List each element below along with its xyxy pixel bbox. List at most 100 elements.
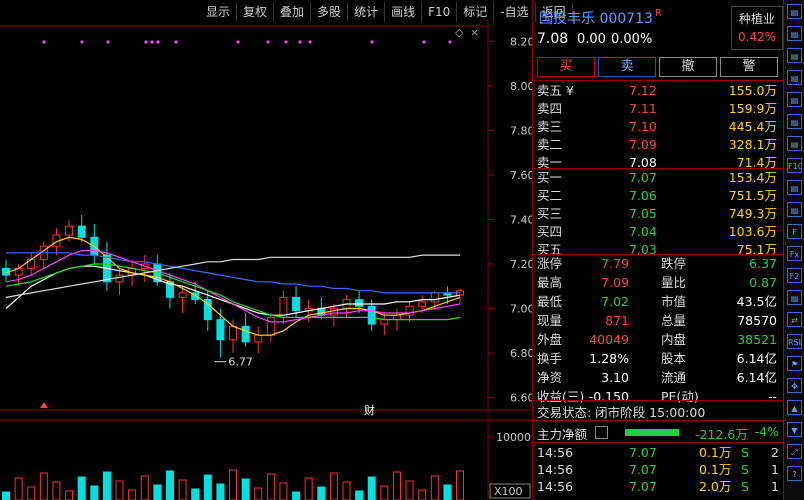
volume-bar [380,485,389,500]
swap-icon[interactable]: ⇄ [787,312,802,327]
moving-average-line [5,250,461,323]
event-dot [370,40,374,44]
f10-icon[interactable]: F10 [787,158,802,173]
toolbar-button-6[interactable]: F10 [422,2,458,22]
move-icon[interactable]: ✥ [787,378,802,393]
ask-level-price: 7.09 [629,137,657,152]
event-dot [42,40,46,44]
stat-value: 7.02 [601,294,629,309]
stat-label: 内盘 [661,332,687,347]
bar-icon[interactable]: ▤ [787,92,802,107]
stat-label: 总量 [661,313,687,328]
volume-bar [329,472,338,500]
volume-bar [355,490,364,500]
sector-box[interactable]: 种植业 0.42% [731,6,783,50]
tick-row[interactable]: 14:56 7.07 0.1万 S 1 [533,461,783,478]
event-dot [422,40,426,44]
stock-title[interactable]: 国投丰乐 000713 R [539,8,662,28]
volume-bar [229,469,237,500]
bid-level-label: 买一 [537,170,563,185]
buy-button[interactable]: 买 [537,57,595,77]
toolbar-button-7[interactable]: 标记 [457,2,495,22]
tick-count: 1 [771,462,779,477]
tick-list[interactable]: 14:56 7.07 0.1万 S 2 14:56 7.07 0.1万 S 1 14:56 7.07 2… [533,444,783,495]
volume-bar [203,474,212,500]
divider [533,80,783,81]
tick-count: 2 [771,445,779,460]
ask-level-row[interactable]: 卖二 7.09 328.1万 [533,136,783,154]
y-tick-label: 7.00 [510,303,532,316]
fx-icon[interactable]: Fx [787,246,802,261]
toolbar-button-8[interactable]: -自选 [494,2,536,22]
right-toolbar: ▤ ▤ ▤ ▤ ▤ ▤ ▤ F10 ▤ ▤ F Fx F2 ▤ ⇄ RSI ⚑ ✥ ▲ ▼ ⤢? [783,0,804,500]
bid-level-price: 7.05 [629,206,657,221]
bid-level-row[interactable]: 买三 7.05 749.3万 [533,205,783,223]
bid-level-qty: 749.3万 [728,206,777,221]
toolbar-button-3[interactable]: 多股 [311,2,349,22]
ask-level-price: 7.11 [629,101,657,116]
list-icon[interactable]: ▤ [787,114,802,129]
stat-value: 6.14亿 [736,351,777,366]
toolbar-button-1[interactable]: 复权 [237,2,275,22]
bid-level-row[interactable]: 买四 7.04 103.6万 [533,223,783,241]
flag-icon[interactable]: ⚑ [787,356,802,371]
sell-button[interactable]: 卖 [598,57,656,77]
ask-level-row[interactable]: 卖五 ¥ 7.12 155.0万 [533,82,783,100]
moving-average-line [6,252,460,294]
collapse-diamond-icon[interactable]: ◇ [455,26,464,39]
candle-body [355,299,364,307]
volume-bar [102,471,111,500]
volume-bar [241,478,250,500]
toolbar-button-0[interactable]: 显示 [200,2,238,22]
stat-value: 7.79 [601,256,629,271]
stock-name: 国投丰乐 [539,11,595,27]
fullscreen-icon[interactable]: ⤢ [787,444,802,459]
bid-level-row[interactable]: 买一 7.07 153.4万 [533,169,783,187]
event-dot [174,40,178,44]
moving-average-line [5,265,461,316]
ask-level-row[interactable]: 卖三 7.10 445.4万 [533,118,783,136]
tick-row[interactable]: 14:56 7.07 2.0万 S 1 [533,478,783,495]
window-icon[interactable]: ▤ [787,4,802,19]
arrow-down-icon[interactable]: ▼ [787,422,802,437]
toolbar-button-2[interactable]: 叠加 [274,2,312,22]
volume-bar [367,476,376,500]
y-tick-label: 7.40 [510,213,532,226]
table-icon[interactable]: ▤ [787,26,802,41]
candle-body [216,319,225,341]
candle-body [178,292,187,298]
chart-icon[interactable]: ▤ [787,70,802,85]
f2-icon[interactable]: F2 [787,268,802,283]
bid-level-row[interactable]: 买二 7.06 751.5万 [533,187,783,205]
alert-button[interactable]: 警 [720,57,778,77]
volume-bar [115,480,124,500]
money-flow-icon[interactable] [595,426,608,439]
event-dot [448,40,452,44]
toolbar-button-5[interactable]: 画线 [385,2,423,22]
ask-level-label: 卖五 ¥ [537,83,574,98]
ask-level-row[interactable]: 卖四 7.11 159.9万 [533,100,783,118]
main-money-flow[interactable]: 主力净额 -212.6万 -4% [537,424,781,442]
trade-status: 交易状态: 闭市阶段 15:00:00 [537,405,706,420]
quote-panel: 国投丰乐 000713 R 7.08 0.00 0.00% 种植业 0.42% 买… [532,0,783,500]
event-dot [266,40,270,44]
close-icon[interactable]: × [470,26,479,39]
cancel-order-button[interactable]: 撤 [659,57,717,77]
rsi-icon[interactable]: RSI [787,334,802,349]
toolbar-button-4[interactable]: 统计 [348,2,386,22]
y-tick-label: 8.20 [510,35,532,48]
bar2-icon[interactable]: ▤ [787,290,802,305]
window2-icon[interactable]: ▤ [787,180,802,195]
grid-icon[interactable]: ▤ [787,48,802,63]
help-icon[interactable]: ? [787,466,802,481]
doc2-icon[interactable]: ▤ [787,202,802,217]
f-icon[interactable]: F [787,224,802,239]
kline-chart[interactable]: 8.20 8.00 7.80 7.60 7.40 7.20 7.00 6.80 6.60 ◇ × 6.… [0,22,532,500]
tick-row[interactable]: 14:56 7.07 0.1万 S 2 [533,444,783,461]
arrow-up-icon[interactable]: ▲ [787,400,802,415]
event-marker[interactable]: 财 [364,403,375,417]
doc-icon[interactable]: ▤ [787,136,802,151]
low-annotation-label: 6.77 [228,356,253,369]
stat-label: 量比 [661,275,687,290]
stat-value: 38521 [737,332,777,347]
